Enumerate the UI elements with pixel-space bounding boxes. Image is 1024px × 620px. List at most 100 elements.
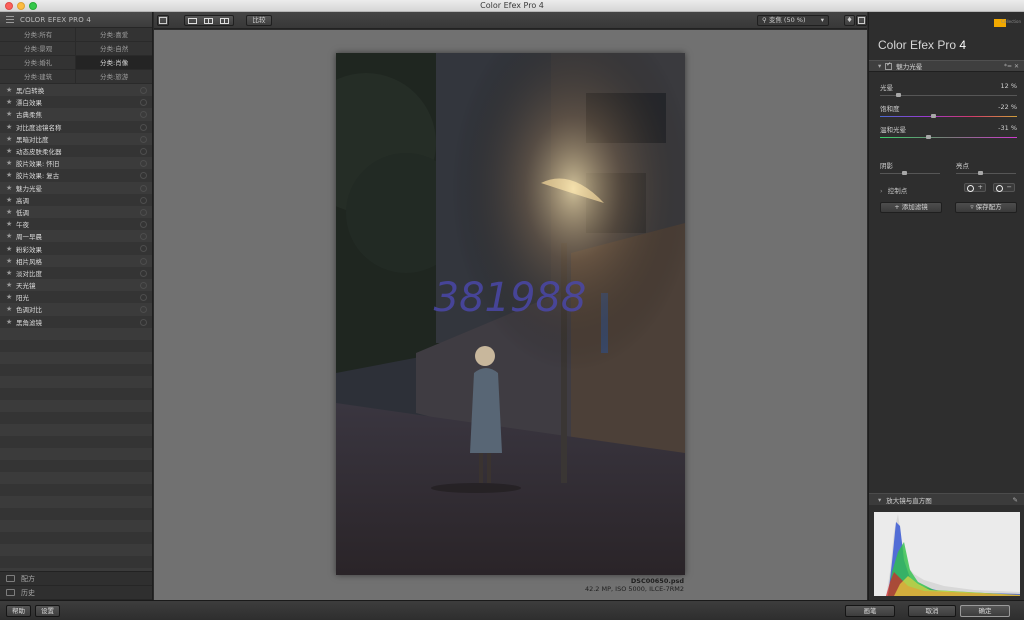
category-landscape[interactable]: 分类:景观 bbox=[0, 42, 76, 56]
ok-button[interactable]: 确定 bbox=[960, 605, 1010, 617]
star-icon[interactable]: ★ bbox=[6, 257, 16, 265]
collapse-arrow-icon[interactable]: ▾ bbox=[878, 62, 881, 70]
filter-item[interactable]: ★ 淡对比度 bbox=[0, 266, 152, 279]
favorite-toggle-icon[interactable] bbox=[140, 306, 147, 314]
favorite-toggle-icon[interactable] bbox=[140, 233, 147, 241]
remove-control-point-button[interactable]: − bbox=[993, 183, 1015, 192]
star-icon[interactable]: ★ bbox=[6, 305, 16, 313]
star-icon[interactable]: ★ bbox=[6, 232, 16, 240]
favorite-toggle-icon[interactable] bbox=[140, 245, 147, 253]
highlights-knob[interactable] bbox=[978, 171, 983, 175]
star-icon[interactable]: ★ bbox=[6, 245, 16, 253]
active-filter-header[interactable]: ▾ 魅力光晕 *= ✕ bbox=[869, 60, 1024, 72]
star-icon[interactable]: ★ bbox=[6, 281, 16, 289]
filter-item[interactable]: ★ 午夜 bbox=[0, 218, 152, 231]
star-icon[interactable]: ★ bbox=[6, 86, 16, 94]
saturation-knob[interactable] bbox=[931, 114, 937, 118]
filter-item[interactable]: ★ 低调 bbox=[0, 205, 152, 219]
star-icon[interactable]: ★ bbox=[6, 123, 16, 131]
filter-options-icons[interactable]: *= ✕ bbox=[1004, 63, 1019, 70]
brush-button[interactable]: 画笔 bbox=[845, 605, 895, 617]
menu-icon[interactable] bbox=[6, 16, 14, 23]
star-icon[interactable]: ★ bbox=[6, 171, 16, 179]
help-button[interactable]: 帮助 bbox=[6, 605, 31, 617]
filter-item[interactable]: ★ 黑角滤镜 bbox=[0, 315, 152, 328]
filter-item[interactable]: ★ 周一早晨 bbox=[0, 230, 152, 243]
highlights-slider[interactable]: 亮点 bbox=[956, 160, 1016, 175]
image-canvas[interactable]: 381988 DSC00650.psd 42.2 MP, ISO 5000, I… bbox=[154, 30, 867, 600]
category-nature[interactable]: 分类:自然 bbox=[76, 42, 152, 56]
recipes-section[interactable]: 配方 bbox=[0, 572, 152, 586]
filter-item[interactable]: ★ 高调 bbox=[0, 193, 152, 206]
favorite-toggle-icon[interactable] bbox=[140, 160, 147, 168]
star-icon[interactable]: ★ bbox=[6, 147, 16, 155]
pin-icon[interactable]: ✎ bbox=[1013, 496, 1018, 504]
favorite-toggle-icon[interactable] bbox=[140, 318, 147, 326]
warm-glow-track[interactable] bbox=[880, 137, 1017, 138]
layout-button[interactable] bbox=[856, 15, 867, 26]
collapse-arrow-icon[interactable]: ▾ bbox=[878, 496, 881, 504]
star-icon[interactable]: ★ bbox=[6, 184, 16, 192]
favorite-toggle-icon[interactable] bbox=[140, 87, 147, 94]
favorite-toggle-icon[interactable] bbox=[140, 196, 147, 204]
star-icon[interactable]: ★ bbox=[6, 159, 16, 167]
filter-item[interactable]: ★ 魅力光晕 bbox=[0, 181, 152, 194]
history-section[interactable]: 历史 bbox=[0, 586, 152, 600]
cancel-button[interactable]: 取消 bbox=[908, 605, 956, 617]
favorite-toggle-icon[interactable] bbox=[140, 257, 147, 265]
glow-slider[interactable]: 光晕 12 % bbox=[880, 82, 1017, 97]
add-filter-button[interactable]: + 添加滤镜 bbox=[880, 202, 942, 213]
filter-item[interactable]: ★ 相片风格 bbox=[0, 254, 152, 267]
settings-button[interactable]: 设置 bbox=[35, 605, 60, 617]
glow-knob[interactable] bbox=[895, 93, 901, 97]
filter-item[interactable]: ★ 对比度滤镜名称 bbox=[0, 120, 152, 133]
filter-item[interactable]: ★ 胶片效果: 复古 bbox=[0, 169, 152, 182]
star-icon[interactable]: ★ bbox=[6, 293, 16, 301]
photo-preview[interactable]: 381988 bbox=[336, 53, 685, 575]
compare-button[interactable]: 比较 bbox=[246, 15, 272, 26]
category-all[interactable]: 分类:所有 bbox=[0, 28, 76, 42]
favorite-toggle-icon[interactable] bbox=[140, 123, 147, 131]
save-recipe-button[interactable]: ▿ 保存配方 bbox=[955, 202, 1017, 213]
zoom-select[interactable]: ⚲ 变焦 (50 %) ▾ bbox=[757, 15, 829, 26]
star-icon[interactable]: ★ bbox=[6, 269, 16, 277]
filter-item[interactable]: ★ 动态皮肤柔化器 bbox=[0, 144, 152, 158]
favorite-toggle-icon[interactable] bbox=[140, 294, 147, 302]
star-icon[interactable]: ★ bbox=[6, 208, 16, 216]
favorite-toggle-icon[interactable] bbox=[140, 172, 147, 180]
category-favorites[interactable]: 分类:喜爱 bbox=[76, 28, 152, 42]
favorite-toggle-icon[interactable] bbox=[140, 135, 147, 143]
favorite-toggle-icon[interactable] bbox=[140, 208, 147, 216]
star-icon[interactable]: ★ bbox=[6, 220, 16, 228]
star-icon[interactable]: ★ bbox=[6, 318, 16, 326]
category-wedding[interactable]: 分类:婚礼 bbox=[0, 56, 76, 70]
filter-item[interactable]: ★ 黑暗对比度 bbox=[0, 132, 152, 145]
filter-item[interactable]: ★ 阳光 bbox=[0, 291, 152, 304]
favorite-toggle-icon[interactable] bbox=[140, 282, 147, 289]
highlights-track[interactable] bbox=[956, 173, 1016, 174]
shadows-track[interactable] bbox=[880, 173, 940, 174]
loupe-histogram-header[interactable]: ▾ 放大镜与直方图 ✎ bbox=[869, 493, 1024, 505]
filter-item[interactable]: ★ 漂白效果 bbox=[0, 96, 152, 109]
favorite-toggle-icon[interactable] bbox=[140, 99, 147, 107]
category-travel[interactable]: 分类:旅游 bbox=[76, 70, 152, 84]
warm-glow-knob[interactable] bbox=[926, 135, 932, 139]
star-icon[interactable]: ★ bbox=[6, 98, 16, 106]
saturation-track[interactable] bbox=[880, 116, 1017, 117]
filter-enabled-checkbox[interactable] bbox=[885, 61, 893, 70]
favorite-toggle-icon[interactable] bbox=[140, 269, 147, 277]
filter-item[interactable]: ★ 天光镜 bbox=[0, 279, 152, 292]
star-icon[interactable]: ★ bbox=[6, 110, 16, 118]
filter-item[interactable]: ★ 黑/白转换 bbox=[0, 84, 152, 97]
category-architecture[interactable]: 分类:建筑 bbox=[0, 70, 76, 84]
shadows-slider[interactable]: 阴影 bbox=[880, 160, 940, 175]
add-control-point-button[interactable]: + bbox=[964, 183, 986, 192]
toggle-panel-button[interactable] bbox=[157, 15, 169, 26]
star-icon[interactable]: ★ bbox=[6, 135, 16, 143]
warm-glow-slider[interactable]: 温和光晕 -31 % bbox=[880, 124, 1017, 139]
filter-item[interactable]: ★ 粉彩效果 bbox=[0, 242, 152, 255]
saturation-slider[interactable]: 饱和度 -22 % bbox=[880, 103, 1017, 118]
star-icon[interactable]: ★ bbox=[6, 196, 16, 204]
category-portrait[interactable]: 分类:肖像 bbox=[76, 56, 152, 70]
filter-item[interactable]: ★ 色调对比 bbox=[0, 303, 152, 316]
